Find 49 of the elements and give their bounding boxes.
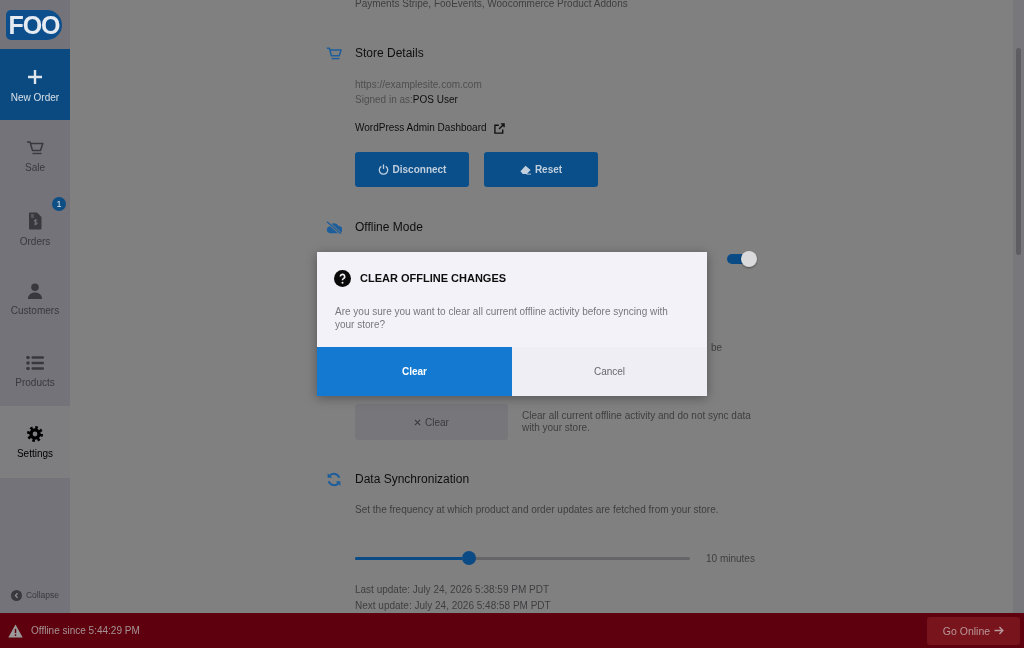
section-title: Offline Mode	[355, 220, 423, 234]
section-title: Data Synchronization	[355, 472, 470, 486]
go-online-button[interactable]: Go Online	[927, 616, 1020, 645]
reset-button[interactable]: Reset	[484, 152, 598, 187]
count-badge: 1	[52, 196, 66, 211]
section-title: Store Details	[355, 46, 424, 60]
list-icon	[26, 354, 44, 371]
cross-icon	[414, 418, 422, 426]
clear-description: Clear all current offline activity and do not sync data with your store.	[522, 410, 752, 434]
disconnect-button[interactable]: Disconnect	[355, 152, 469, 187]
scrollbar-thumb[interactable]	[1016, 48, 1021, 255]
document-icon	[28, 211, 42, 230]
status-text: Offline since 5:44:29 PM	[31, 625, 140, 636]
arrow-right-icon	[994, 626, 1005, 635]
question-icon	[334, 269, 351, 287]
slider-reading: 10 minutes	[706, 552, 755, 564]
cancel-button[interactable]: Cancel	[512, 347, 707, 396]
signed-in-user: POS User	[412, 93, 458, 105]
toggle-switch[interactable]	[727, 251, 757, 267]
sync-icon	[326, 471, 342, 487]
new-order-button[interactable]: New Order	[0, 49, 70, 120]
last-update-text: Last update: July 24, 2026 5:38:59 PM PDT	[355, 583, 550, 597]
external-link-icon	[493, 122, 505, 134]
dialog-message: Are you sure you want to clear all current offline activity before syncing with your store?	[335, 304, 669, 331]
dialog-title: CLEAR OFFLINE CHANGES	[360, 272, 507, 284]
nav-item[interactable]: Sale	[0, 120, 70, 192]
nav-item[interactable]: Products	[0, 334, 70, 406]
chevron-left-circle-icon	[10, 589, 22, 601]
slider-thumb[interactable]	[461, 551, 476, 565]
next-update-text: Next update: July 24, 2026 5:48:58 PM PDT	[355, 599, 552, 613]
logo: FOO	[6, 10, 62, 40]
description-text: be	[711, 341, 723, 355]
clear-button[interactable]: Clear	[355, 404, 508, 440]
settings-icon	[26, 426, 44, 442]
cart-icon	[26, 140, 44, 156]
description-text: Set the frequency at which product and order updates are fetched from your store.	[355, 503, 720, 517]
cloud-slash-icon	[326, 220, 342, 234]
warning-icon	[8, 623, 23, 638]
nav-item[interactable]: Customers	[0, 263, 70, 335]
cart-icon	[326, 46, 342, 60]
nav-item[interactable]: Settings	[0, 406, 70, 478]
admin-dashboard-link[interactable]: WordPress Admin Dashboard	[355, 120, 505, 136]
power-icon	[377, 164, 389, 175]
confirm-button[interactable]: Clear	[317, 347, 512, 396]
eraser-icon	[519, 164, 531, 175]
plus-icon	[27, 69, 43, 85]
person-icon	[26, 283, 44, 299]
plugins-text: Payments Stripe, FooEvents, Woocommerce Product Addons	[355, 0, 629, 11]
nav-item[interactable]: Orders 1	[0, 191, 70, 263]
